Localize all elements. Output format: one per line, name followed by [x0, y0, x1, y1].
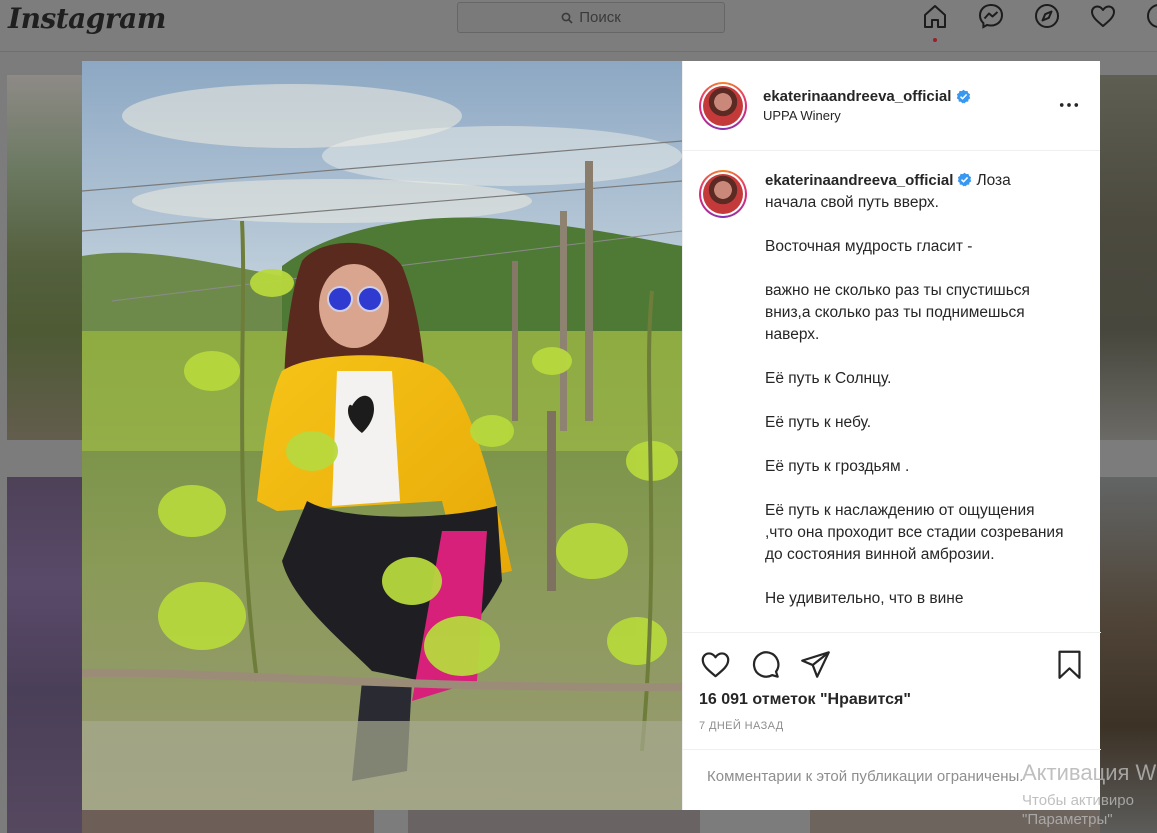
verified-badge-icon — [957, 89, 971, 104]
search-placeholder: Поиск — [579, 9, 621, 26]
active-indicator — [933, 38, 937, 42]
location-link[interactable]: UPPA Winery — [763, 108, 971, 123]
post-sidebar: ekaterinaandreeva_official UPPA Winery e… — [682, 61, 1101, 810]
verified-badge-icon — [958, 172, 972, 187]
avatar-image — [703, 174, 743, 214]
share-button[interactable] — [799, 648, 831, 680]
username-link[interactable]: ekaterinaandreeva_official — [763, 88, 951, 105]
feed-thumbnail[interactable] — [82, 810, 374, 833]
more-icon — [1059, 103, 1079, 107]
bookmark-icon — [1057, 650, 1081, 679]
post-header-text: ekaterinaandreeva_official UPPA Winery — [763, 88, 971, 123]
feed-thumbnail[interactable] — [408, 810, 700, 833]
caption-username[interactable]: ekaterinaandreeva_official — [765, 172, 953, 189]
nav-icons — [921, 2, 1157, 42]
comment-icon — [752, 650, 779, 678]
home-icon[interactable] — [921, 2, 949, 42]
avatar-ring-inner — [701, 172, 745, 216]
comments-restricted-notice: Комментарии к этой публикации ограничены… — [683, 749, 1101, 810]
username-row: ekaterinaandreeva_official — [763, 88, 971, 105]
share-icon — [800, 650, 830, 678]
search-input[interactable]: Поиск — [457, 2, 725, 33]
post-header: ekaterinaandreeva_official UPPA Winery — [683, 61, 1100, 151]
caption-avatar[interactable] — [699, 170, 747, 218]
comment-button[interactable] — [749, 648, 781, 680]
activity-heart-icon[interactable] — [1089, 2, 1117, 30]
feed-thumbnail[interactable] — [7, 75, 82, 440]
post-modal: ekaterinaandreeva_official UPPA Winery e… — [82, 61, 1101, 810]
feed-thumbnail[interactable] — [7, 477, 82, 833]
post-photo[interactable] — [82, 61, 682, 810]
like-button[interactable] — [699, 648, 731, 680]
caption-body-text: Восточная мудрость гласит - важно не ско… — [765, 238, 1064, 607]
post-timestamp[interactable]: 7 ДНЕЙ НАЗАД — [699, 720, 1085, 732]
feed-thumbnail[interactable] — [1100, 75, 1157, 440]
post-actions: 16 091 отметок "Нравится" 7 ДНЕЙ НАЗАД — [683, 632, 1101, 732]
top-navigation-bar: Instagram Поиск — [0, 0, 1157, 52]
search-icon — [561, 12, 573, 24]
feed-thumbnail[interactable] — [810, 810, 1100, 833]
action-icons — [699, 647, 1085, 681]
avatar-ring-inner — [701, 83, 745, 128]
like-icon — [701, 651, 729, 677]
more-options-button[interactable] — [1058, 94, 1080, 116]
avatar-image — [703, 85, 743, 126]
messenger-icon[interactable] — [977, 2, 1005, 30]
save-button[interactable] — [1053, 648, 1085, 680]
profile-avatar-partial[interactable] — [1145, 2, 1157, 30]
caption-text: ekaterinaandreeva_official Лоза начала св… — [765, 170, 1065, 610]
caption: ekaterinaandreeva_official Лоза начала св… — [699, 170, 1085, 610]
comments-area[interactable]: ekaterinaandreeva_official Лоза начала св… — [683, 152, 1101, 631]
likes-count[interactable]: 16 091 отметок "Нравится" — [699, 691, 1085, 709]
feed-thumbnail[interactable] — [1100, 477, 1157, 833]
instagram-logo[interactable]: Instagram — [8, 2, 166, 35]
avatar[interactable] — [699, 81, 747, 130]
explore-icon[interactable] — [1033, 2, 1061, 30]
